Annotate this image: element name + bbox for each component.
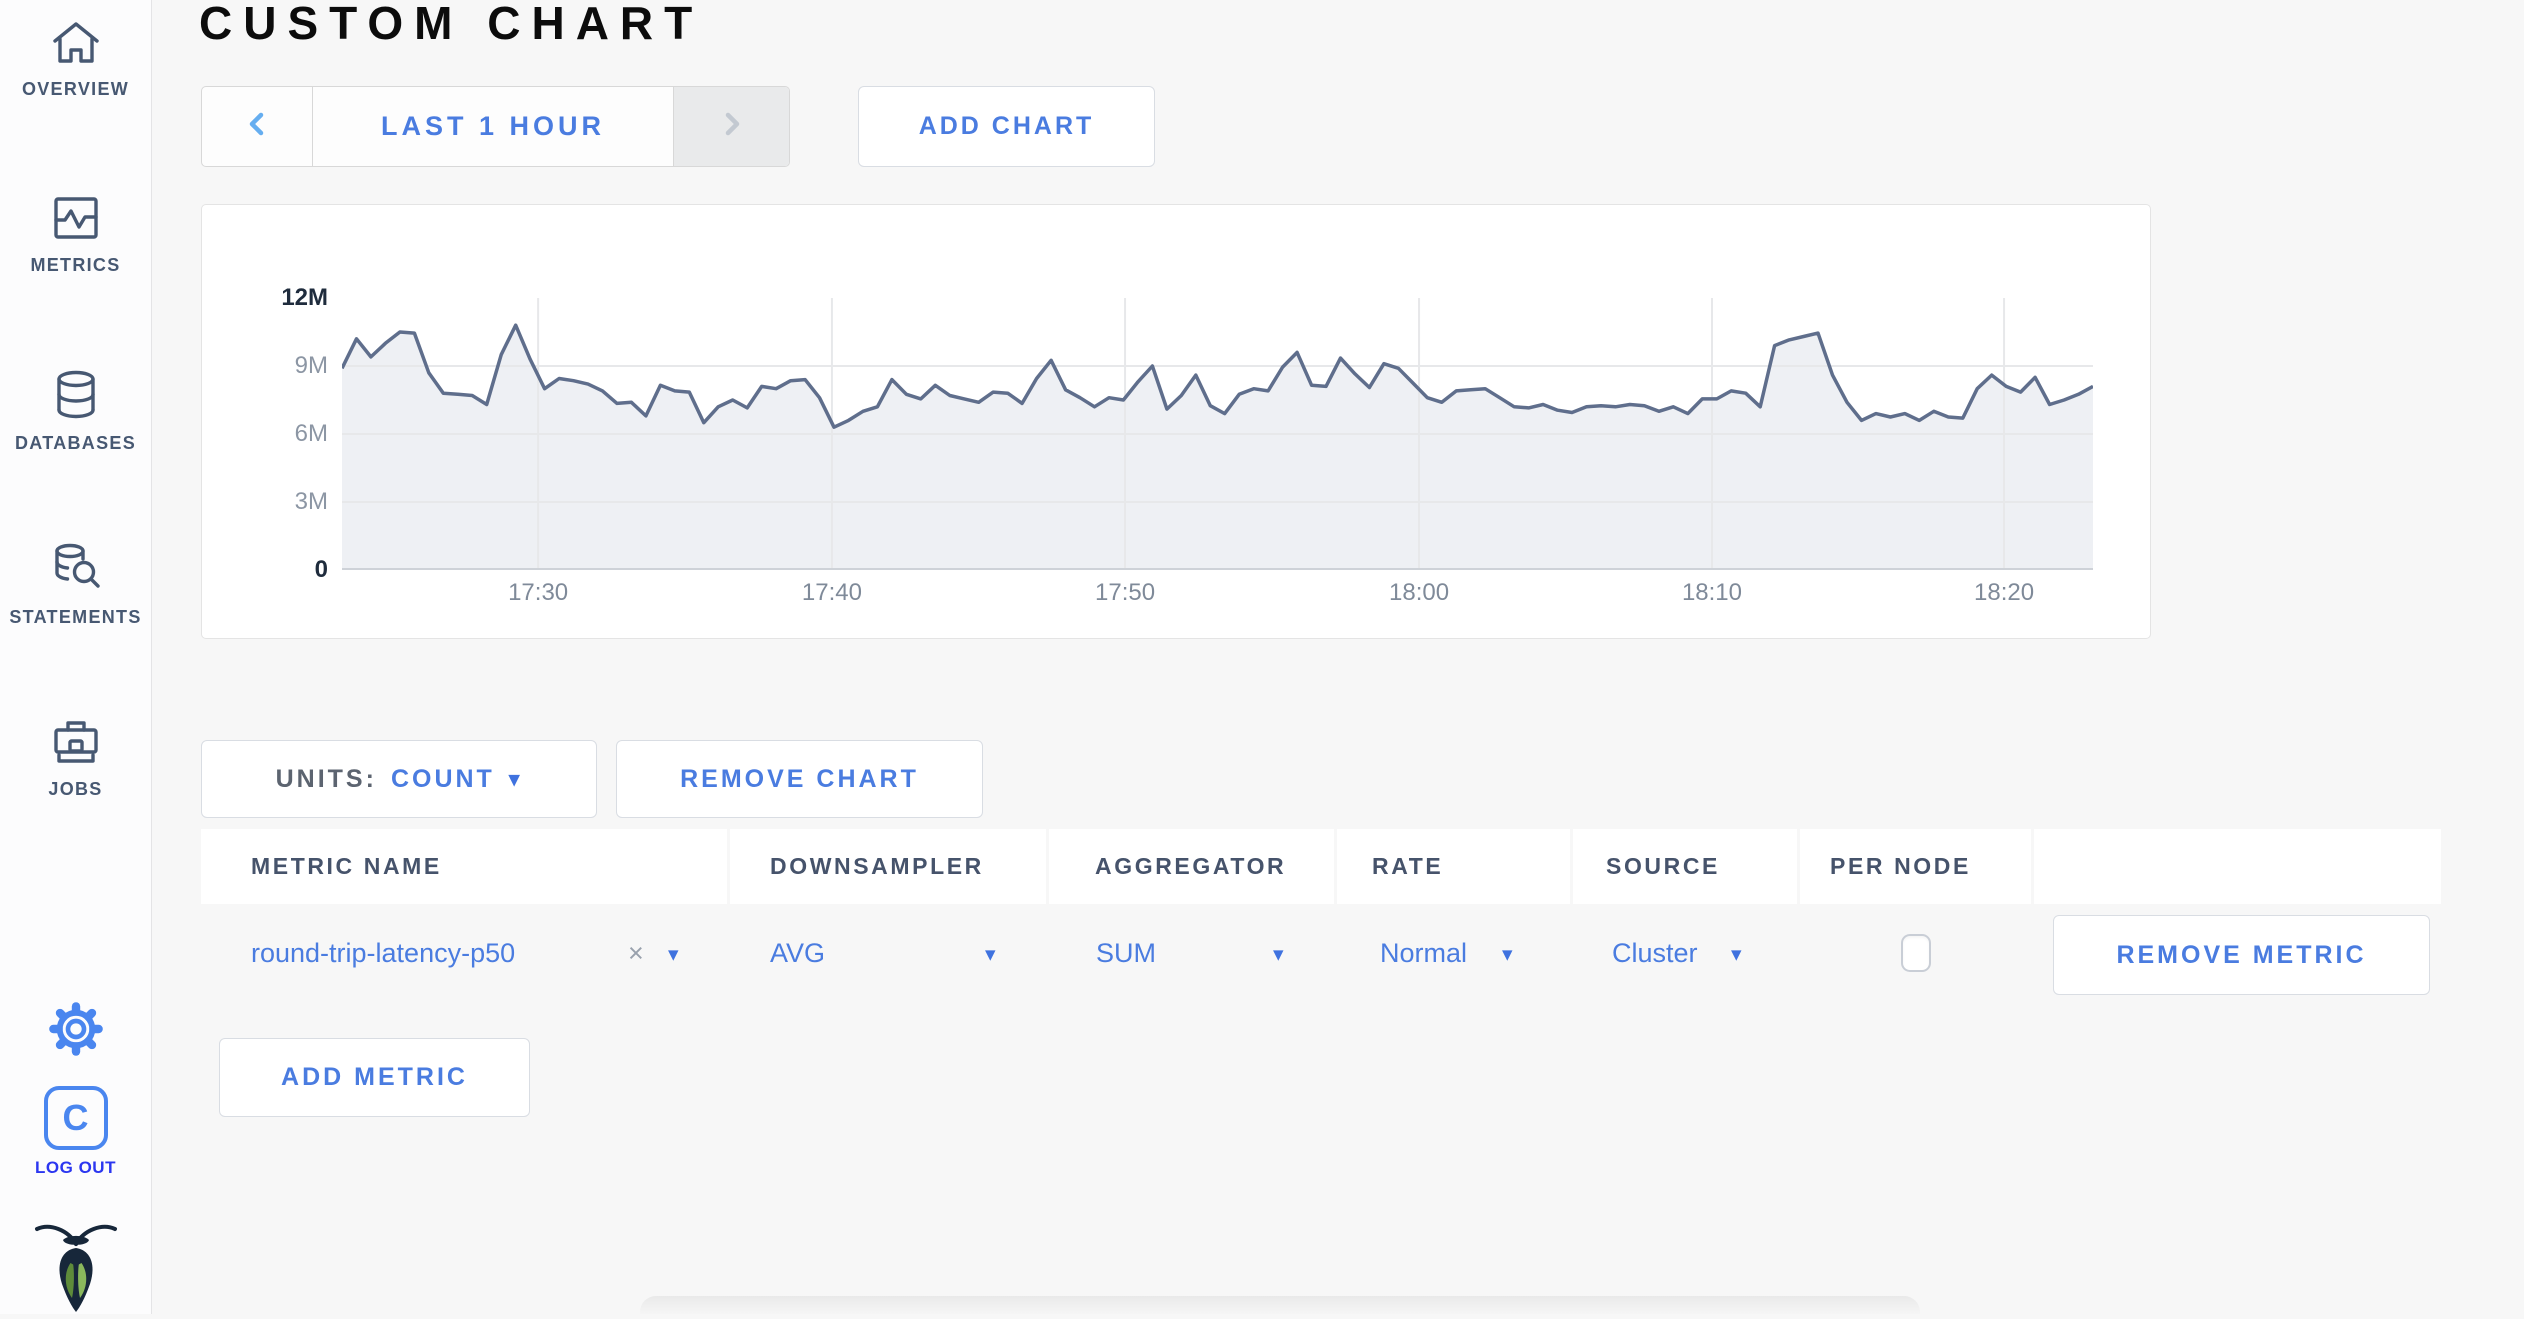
column-header-downsampler: DOWNSAMPLER (730, 829, 1046, 904)
x-tick-label: 17:30 (508, 579, 569, 606)
source-dropdown[interactable]: Cluster (1612, 938, 1698, 969)
units-dropdown[interactable]: UNITS: COUNT ▾ (201, 740, 597, 818)
aggregator-dropdown[interactable]: SUM (1096, 938, 1156, 969)
logout-button[interactable]: C LOG OUT (0, 1086, 151, 1178)
column-header-per-node: PER NODE (1800, 829, 2031, 904)
y-axis-labels: 0 3M 6M 9M 12M (202, 284, 328, 583)
metrics-icon (48, 192, 104, 249)
x-tick-label: 17:40 (801, 579, 862, 606)
sidebar-item-statements[interactable]: STATEMENTS (0, 540, 151, 628)
logout-label: LOG OUT (35, 1158, 116, 1177)
statements-icon (47, 540, 105, 601)
column-header-rate: RATE (1337, 829, 1570, 904)
home-icon (48, 16, 104, 73)
column-header-aggregator: AGGREGATOR (1049, 829, 1334, 904)
rate-dropdown[interactable]: Normal (1380, 938, 1467, 969)
x-tick-label: 18:20 (1974, 579, 2035, 606)
time-range-selector: LAST 1 HOUR (201, 86, 790, 167)
chevron-down-icon[interactable]: ▾ (668, 942, 679, 967)
chevron-down-icon[interactable]: ▾ (985, 942, 996, 967)
sidebar-item-databases[interactable]: DATABASES (0, 368, 151, 454)
sidebar-item-label: METRICS (30, 255, 121, 275)
y-tick-label: 3M (294, 488, 328, 515)
cockroach-logo (0, 1220, 151, 1319)
column-header-actions (2034, 829, 2441, 904)
units-value: COUNT (390, 764, 495, 793)
y-tick-label: 12M (281, 284, 328, 311)
per-node-checkbox[interactable] (1901, 934, 1931, 972)
sidebar-item-metrics[interactable]: METRICS (0, 192, 151, 276)
x-tick-label: 18:10 (1681, 579, 1742, 606)
time-range-next-button[interactable] (673, 87, 789, 166)
remove-chart-button[interactable]: REMOVE CHART (616, 740, 983, 818)
sidebar-item-label: JOBS (48, 779, 103, 799)
add-metric-button[interactable]: ADD METRIC (219, 1038, 530, 1117)
downsampler-dropdown[interactable]: AVG (770, 938, 825, 969)
page-title: CUSTOM CHART (199, 0, 704, 49)
chevron-down-icon[interactable]: ▾ (1502, 942, 1513, 967)
units-label: UNITS: (275, 764, 377, 793)
sidebar-item-label: OVERVIEW (21, 79, 130, 99)
remove-metric-button[interactable]: REMOVE METRIC (2053, 915, 2430, 995)
column-header-source: SOURCE (1573, 829, 1797, 904)
clear-metric-icon[interactable]: × (628, 938, 644, 969)
x-axis-labels: 17:30 17:40 17:50 18:00 18:10 18:20 (342, 579, 2093, 611)
bottom-edge-shadow (640, 1296, 1920, 1314)
metric-name-dropdown[interactable]: round-trip-latency-p50 (251, 938, 515, 969)
chevron-down-icon[interactable]: ▾ (1273, 942, 1284, 967)
add-chart-button[interactable]: ADD CHART (858, 86, 1155, 167)
database-icon (48, 368, 104, 427)
briefcase-icon (48, 714, 104, 773)
y-tick-label: 6M (294, 420, 328, 447)
sidebar: OVERVIEW METRICS DATABASES STATEMENTS JO… (0, 0, 152, 1314)
chart-plot[interactable] (340, 298, 2094, 570)
sidebar-item-jobs[interactable]: JOBS (0, 714, 151, 800)
custom-chart-page: { "page": { "title": "CUSTOM CHART" }, "… (0, 0, 2524, 1314)
chevron-right-icon (719, 109, 745, 144)
gear-icon (45, 1002, 107, 1064)
chevron-down-icon: ▾ (508, 767, 523, 791)
column-header-metric-name: METRIC NAME (201, 829, 727, 904)
cockroach-c-icon: C (43, 1086, 108, 1150)
x-tick-label: 18:00 (1389, 579, 1450, 606)
chevron-left-icon (244, 109, 270, 144)
metric-table-header: METRIC NAME DOWNSAMPLER AGGREGATOR RATE … (201, 829, 2441, 904)
time-range-label[interactable]: LAST 1 HOUR (313, 87, 673, 166)
y-tick-label: 0 (314, 556, 328, 583)
sidebar-item-label: DATABASES (14, 433, 137, 453)
sidebar-item-overview[interactable]: OVERVIEW (0, 16, 151, 100)
x-tick-label: 17:50 (1095, 579, 1156, 606)
chevron-down-icon[interactable]: ▾ (1731, 942, 1742, 967)
settings-button[interactable] (0, 998, 151, 1065)
chart-panel: 0 3M 6M 9M 12M 17:30 17:40 17:50 18:00 18:10 18:2… (201, 204, 2151, 639)
y-tick-label: 9M (294, 352, 328, 379)
sidebar-item-label: STATEMENTS (9, 607, 142, 627)
time-range-prev-button[interactable] (202, 87, 313, 166)
